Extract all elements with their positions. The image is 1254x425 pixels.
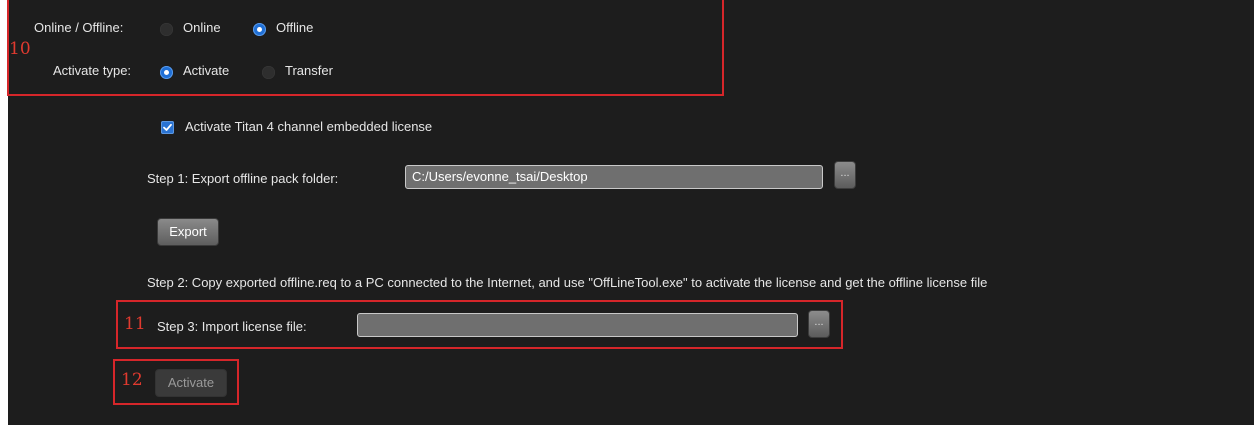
annotation-box-10: [7, 0, 724, 96]
step2-instruction: Step 2: Copy exported offline.req to a P…: [147, 275, 988, 290]
annotation-marker-11: 11: [124, 314, 146, 334]
export-folder-field[interactable]: C:/Users/evonne_tsai/Desktop: [405, 165, 823, 189]
check-icon: [163, 123, 172, 131]
annotation-marker-12: 12: [121, 370, 143, 390]
step1-label: Step 1: Export offline pack folder:: [147, 171, 339, 186]
embedded-license-checkbox[interactable]: [161, 121, 174, 134]
export-folder-browse-button[interactable]: ...: [834, 161, 856, 189]
export-button[interactable]: Export: [157, 218, 219, 246]
annotation-marker-10: 10: [9, 39, 31, 59]
annotation-box-11: [116, 300, 843, 349]
embedded-license-label[interactable]: Activate Titan 4 channel embedded licens…: [185, 119, 432, 134]
